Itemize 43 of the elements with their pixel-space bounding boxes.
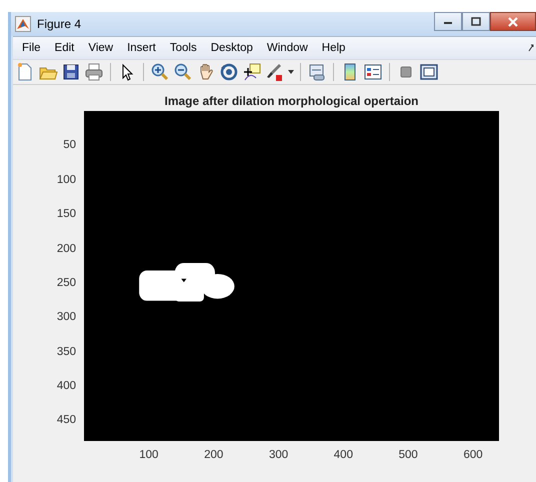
menu-item[interactable]: File [15, 40, 48, 56]
window-title: Figure 4 [37, 17, 82, 31]
menu-item[interactable]: Window [260, 40, 315, 56]
axis-tick-label: 350 [56, 346, 76, 358]
legend-icon[interactable] [363, 62, 383, 82]
axis-tick-label: 100 [56, 174, 76, 186]
axis-tick-label: 100 [139, 449, 158, 461]
menu-item[interactable]: Tools [162, 40, 204, 56]
zoom-out-icon[interactable] [173, 62, 193, 82]
dock-arrow-icon[interactable] [528, 44, 534, 52]
close-icon [508, 16, 518, 26]
axis-tick-label: 200 [56, 242, 76, 254]
brush-icon[interactable] [265, 62, 285, 82]
rotate-icon[interactable] [219, 62, 239, 82]
menu-item[interactable]: Insert [120, 40, 163, 56]
maximize-icon [471, 17, 481, 26]
menu-item[interactable]: View [81, 40, 120, 56]
axis-tick-label: 400 [334, 449, 353, 461]
axis-tick-label: 50 [63, 139, 76, 152]
axis-tick-label: 450 [56, 414, 76, 426]
axis-tick-label: 200 [204, 449, 224, 461]
menu-item[interactable]: Desktop [204, 40, 260, 56]
linked-plot-icon[interactable] [307, 62, 327, 82]
app-icon [15, 16, 31, 32]
minimize-button[interactable] [434, 12, 462, 31]
menu-item[interactable]: Edit [48, 40, 82, 56]
close-button[interactable] [490, 12, 536, 31]
plot-title: Image after dilation morphological opertaion [163, 94, 420, 108]
show-tools-icon[interactable] [419, 62, 439, 82]
printer-icon[interactable] [84, 62, 104, 82]
axis-tick-label: 300 [268, 449, 288, 461]
zoom-in-icon[interactable] [150, 62, 170, 82]
axis-tick-label: 250 [56, 276, 76, 289]
save-icon[interactable] [61, 62, 81, 82]
axis-tick-label: 400 [56, 380, 76, 392]
menu-item[interactable]: Help [314, 40, 352, 56]
caret-icon[interactable] [288, 70, 294, 74]
axis-tick-label: 500 [398, 449, 418, 461]
axis-tick-label: 600 [463, 449, 483, 461]
axis-tick-label: 300 [56, 311, 76, 324]
maximize-button[interactable] [462, 12, 490, 31]
data-cursor-icon[interactable] [242, 62, 262, 82]
axis-tick-label: 150 [56, 208, 76, 220]
